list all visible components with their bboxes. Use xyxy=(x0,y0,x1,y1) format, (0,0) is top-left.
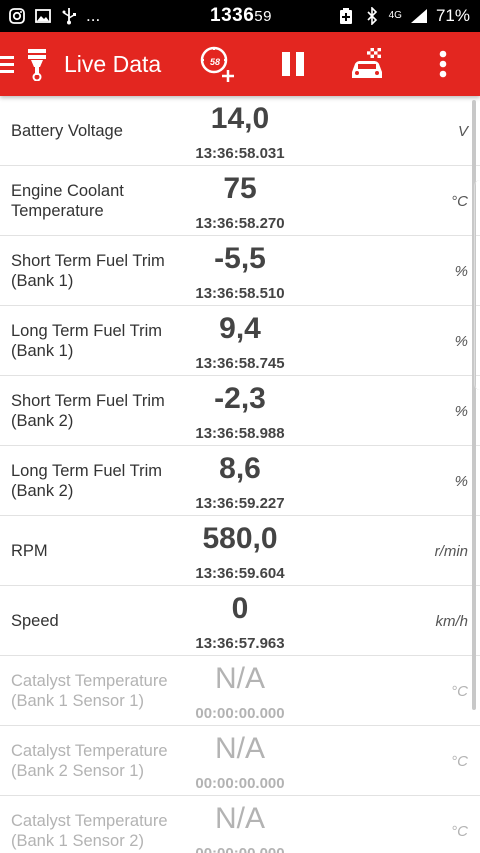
row-value: 580,0 xyxy=(202,522,278,555)
bluetooth-icon xyxy=(363,7,381,25)
row-timestamp: 13:36:58.510 xyxy=(195,285,285,302)
row-value: 14,0 xyxy=(210,102,270,135)
gauge-badge: 58 xyxy=(209,57,220,67)
status-right: 4G 71% xyxy=(337,6,470,26)
drawer-menu-icon[interactable] xyxy=(0,32,22,96)
row-timestamp: 13:36:59.604 xyxy=(195,565,285,582)
pause-icon xyxy=(282,52,304,76)
signal-icon xyxy=(410,7,428,25)
row-timestamp: 13:36:58.031 xyxy=(195,145,285,162)
row-unit: % xyxy=(454,332,468,350)
row-unit: % xyxy=(454,402,468,420)
data-row-catalyst-b2s1[interactable]: Catalyst Temperature (Bank 2 Sensor 1) N… xyxy=(0,726,480,796)
data-row-stft-bank1[interactable]: Short Term Fuel Trim (Bank 1) -5,5 13:36… xyxy=(0,236,480,306)
row-value: 0 xyxy=(231,592,249,625)
usb-debug-icon xyxy=(60,7,78,25)
clock: 133659 xyxy=(210,5,272,27)
row-unit: °C xyxy=(451,752,468,770)
add-gauge-button[interactable]: 58 xyxy=(198,32,238,96)
battery-saver-icon xyxy=(337,7,355,25)
row-timestamp: 00:00:00.000 xyxy=(140,845,340,853)
clock-seconds: 59 xyxy=(254,8,272,25)
row-unit: °C xyxy=(451,682,468,700)
row-value: N/A xyxy=(214,802,265,835)
live-data-list[interactable]: Battery Voltage 14,0 13:36:58.031 V Engi… xyxy=(0,96,480,853)
row-value: 8,6 xyxy=(219,452,261,485)
data-row-stft-bank2[interactable]: Short Term Fuel Trim (Bank 2) -2,3 13:36… xyxy=(0,376,480,446)
status-left: ... xyxy=(8,6,100,26)
data-row-ltft-bank2[interactable]: Long Term Fuel Trim (Bank 2) 8,6 13:36:5… xyxy=(0,446,480,516)
data-row-catalyst-b1s1[interactable]: Catalyst Temperature (Bank 1 Sensor 1) N… xyxy=(0,656,480,726)
network-type: 4G xyxy=(388,10,402,21)
piston-logo-icon xyxy=(22,32,52,96)
row-unit: % xyxy=(454,262,468,280)
row-value: 75 xyxy=(223,172,257,205)
race-mode-button[interactable] xyxy=(347,32,387,96)
gallery-icon xyxy=(34,7,52,25)
data-row-ltft-bank1[interactable]: Long Term Fuel Trim (Bank 1) 9,4 13:36:5… xyxy=(0,306,480,376)
row-unit: V xyxy=(457,122,468,140)
row-timestamp: 13:36:59.227 xyxy=(195,495,285,512)
data-row-battery-voltage[interactable]: Battery Voltage 14,0 13:36:58.031 V xyxy=(0,96,480,166)
notifications-overflow: ... xyxy=(86,6,101,25)
app-toolbar: Live Data 58 xyxy=(0,32,480,96)
row-unit: % xyxy=(454,472,468,490)
instagram-icon xyxy=(8,7,26,25)
more-vert-icon xyxy=(439,50,447,78)
row-timestamp: 13:36:57.963 xyxy=(195,635,285,652)
clock-main: 1336 xyxy=(210,5,255,26)
row-unit: °C xyxy=(451,192,468,210)
row-value: 9,4 xyxy=(219,312,261,345)
edge-panel-handle[interactable] xyxy=(474,180,480,390)
row-timestamp: 00:00:00.000 xyxy=(195,705,285,722)
status-bar: ... 133659 4G 71% xyxy=(0,0,480,32)
row-value: -5,5 xyxy=(214,242,266,275)
pause-button[interactable] xyxy=(277,32,309,96)
row-unit: km/h xyxy=(435,612,468,630)
row-timestamp: 00:00:00.000 xyxy=(195,775,285,792)
data-row-catalyst-b1s2[interactable]: Catalyst Temperature (Bank 1 Sensor 2) N… xyxy=(0,796,480,853)
data-row-speed[interactable]: Speed 0 13:36:57.963 km/h xyxy=(0,586,480,656)
page-title: Live Data xyxy=(64,50,162,77)
data-row-coolant-temp[interactable]: Engine Coolant Temperature 75 13:36:58.2… xyxy=(0,166,480,236)
row-value: N/A xyxy=(214,732,265,765)
battery-percent: 71% xyxy=(435,6,470,25)
overflow-menu-button[interactable] xyxy=(432,32,454,96)
row-value: -2,3 xyxy=(214,382,266,415)
race-car-icon xyxy=(352,48,382,78)
row-timestamp: 13:36:58.745 xyxy=(195,355,285,372)
row-unit: °C xyxy=(451,822,468,840)
row-timestamp: 13:36:58.270 xyxy=(195,215,285,232)
row-value: N/A xyxy=(214,662,265,695)
row-unit: r/min xyxy=(434,542,468,560)
data-row-rpm[interactable]: RPM 580,0 13:36:59.604 r/min xyxy=(0,516,480,586)
row-timestamp: 13:36:58.988 xyxy=(195,425,285,442)
